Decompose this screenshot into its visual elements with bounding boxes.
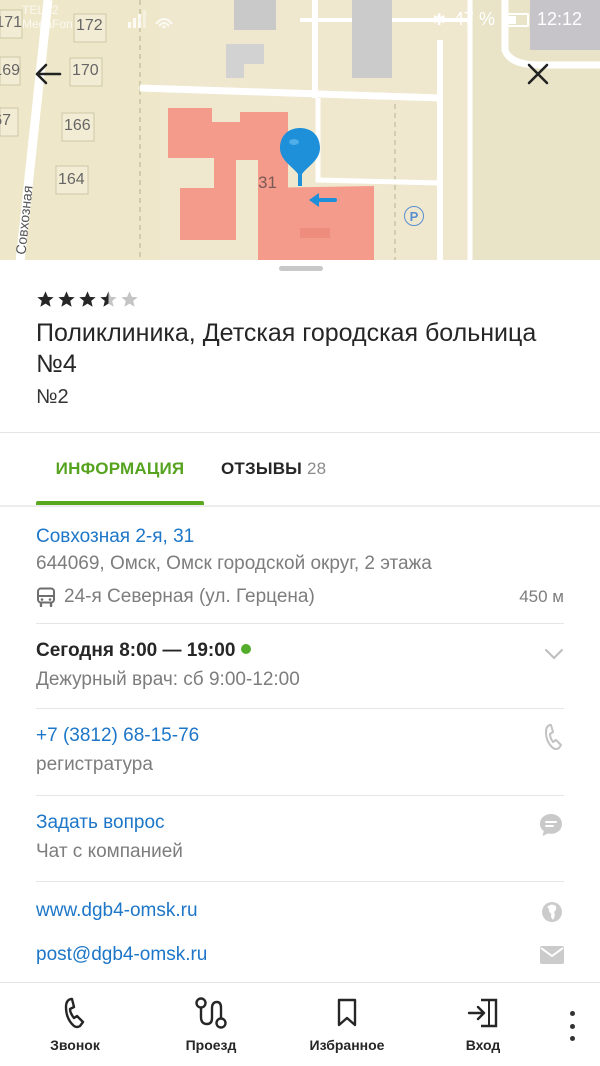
route-button[interactable]: Проезд [156, 995, 266, 1059]
tab-info-label: ИНФОРМАЦИЯ [55, 459, 185, 478]
divider [36, 795, 564, 796]
bluetooth-icon: ✱ [432, 11, 446, 29]
open-status-dot [241, 644, 252, 654]
map-parking-label: P [404, 206, 424, 226]
close-button[interactable] [526, 62, 566, 102]
route-icon [195, 997, 227, 1029]
chat-subtitle: Чат с компанией [36, 841, 183, 862]
divider [36, 623, 564, 624]
star-icon [79, 291, 96, 307]
divider [36, 708, 564, 709]
entrance-icon [467, 998, 498, 1028]
phone-row[interactable]: +7 (3812) 68-15-76 регистратура [36, 723, 564, 776]
globe-icon[interactable] [540, 900, 564, 924]
tab-info[interactable]: ИНФОРМАЦИЯ [36, 433, 204, 505]
tab-reviews[interactable]: ОТЗЫВЫ 28 [221, 433, 326, 505]
status-bar: TELE2 MegaFon ✱ 47 % 12:12 [0, 0, 600, 40]
phone-icon [64, 997, 85, 1029]
entrance-label: Вход [465, 1037, 501, 1053]
transit-distance: 450 м [519, 587, 564, 606]
rating-stars [36, 290, 139, 309]
battery-percent: 47 % [453, 9, 495, 29]
hours-note: Дежурный врач: сб 9:00-12:00 [36, 669, 300, 690]
map-house-number: 164 [58, 171, 85, 188]
ask-question-link[interactable]: Задать вопрос [36, 812, 564, 834]
bottom-action-bar: Звонок Проезд Избранное Вход [0, 982, 600, 1066]
close-icon [527, 63, 549, 85]
address-street[interactable]: Совхозная 2-я, 31 [36, 526, 564, 548]
reviews-count: 28 [307, 459, 327, 478]
drag-handle[interactable] [279, 266, 323, 271]
phone-number[interactable]: +7 (3812) 68-15-76 [36, 725, 564, 747]
carrier-label: TELE2 MegaFon [22, 3, 73, 31]
email-link[interactable]: post@dgb4-omsk.ru [36, 944, 564, 966]
star-empty-icon [121, 291, 138, 307]
back-arrow-icon [35, 63, 62, 85]
clock: 12:12 [536, 9, 582, 29]
chevron-down-icon[interactable] [544, 648, 564, 660]
map-house-number: 31 [258, 173, 277, 192]
divider [36, 881, 564, 882]
hours-row[interactable]: Сегодня 8:00 — 19:00 Дежурный врач: сб 9… [36, 640, 564, 691]
back-button[interactable] [34, 62, 74, 102]
battery-icon [502, 12, 529, 27]
place-title: Поликлиника, Детская городская больница … [36, 319, 537, 378]
map-house-number: 169 [0, 62, 20, 79]
map-view[interactable]: 172 170 166 164 171 169 167 31 Совхозная… [0, 0, 600, 262]
phone-label: регистратура [36, 754, 153, 775]
carrier-name-2: MegaFon [22, 17, 73, 31]
bookmark-icon [337, 998, 357, 1027]
bus-icon [37, 587, 55, 607]
mail-icon[interactable] [540, 946, 564, 964]
map-house-number: 167 [0, 112, 11, 129]
star-icon [37, 291, 54, 307]
route-label: Проезд [185, 1037, 237, 1053]
tab-reviews-label: ОТЗЫВЫ [221, 459, 303, 478]
website-link[interactable]: www.dgb4-omsk.ru [36, 900, 564, 922]
chat-bubble-icon[interactable] [538, 812, 564, 838]
transit-stop-row[interactable]: 24-я Северная (ул. Герцена) 450 м [36, 586, 564, 608]
map-pin-icon[interactable] [278, 126, 322, 188]
tab-bar: ИНФОРМАЦИЯ ОТЗЫВЫ 28 [0, 433, 600, 505]
favorite-button[interactable]: Избранное [292, 995, 402, 1059]
place-card: Поликлиника, Детская городская больница … [0, 260, 600, 982]
place-subtitle: №2 [36, 386, 69, 408]
phone-icon[interactable] [544, 723, 564, 751]
map-house-number: 166 [64, 117, 91, 134]
call-label: Звонок [50, 1037, 100, 1053]
call-button[interactable]: Звонок [20, 995, 130, 1059]
star-half-icon [100, 291, 117, 307]
address-full: 644069, Омск, Омск городской округ, 2 эт… [36, 553, 432, 574]
entrance-button[interactable]: Вход [428, 995, 538, 1059]
map-house-number: 170 [72, 62, 99, 79]
star-icon [58, 291, 75, 307]
more-vert-icon[interactable] [566, 1011, 578, 1041]
favorite-label: Избранное [309, 1037, 385, 1053]
carrier-name-1: TELE2 [22, 3, 59, 17]
hours-today: Сегодня 8:00 — 19:00 [36, 640, 236, 661]
transit-stop-name: 24-я Северная (ул. Герцена) [64, 586, 315, 607]
chat-row[interactable]: Задать вопрос Чат с компанией [36, 812, 564, 863]
divider [0, 505, 600, 507]
